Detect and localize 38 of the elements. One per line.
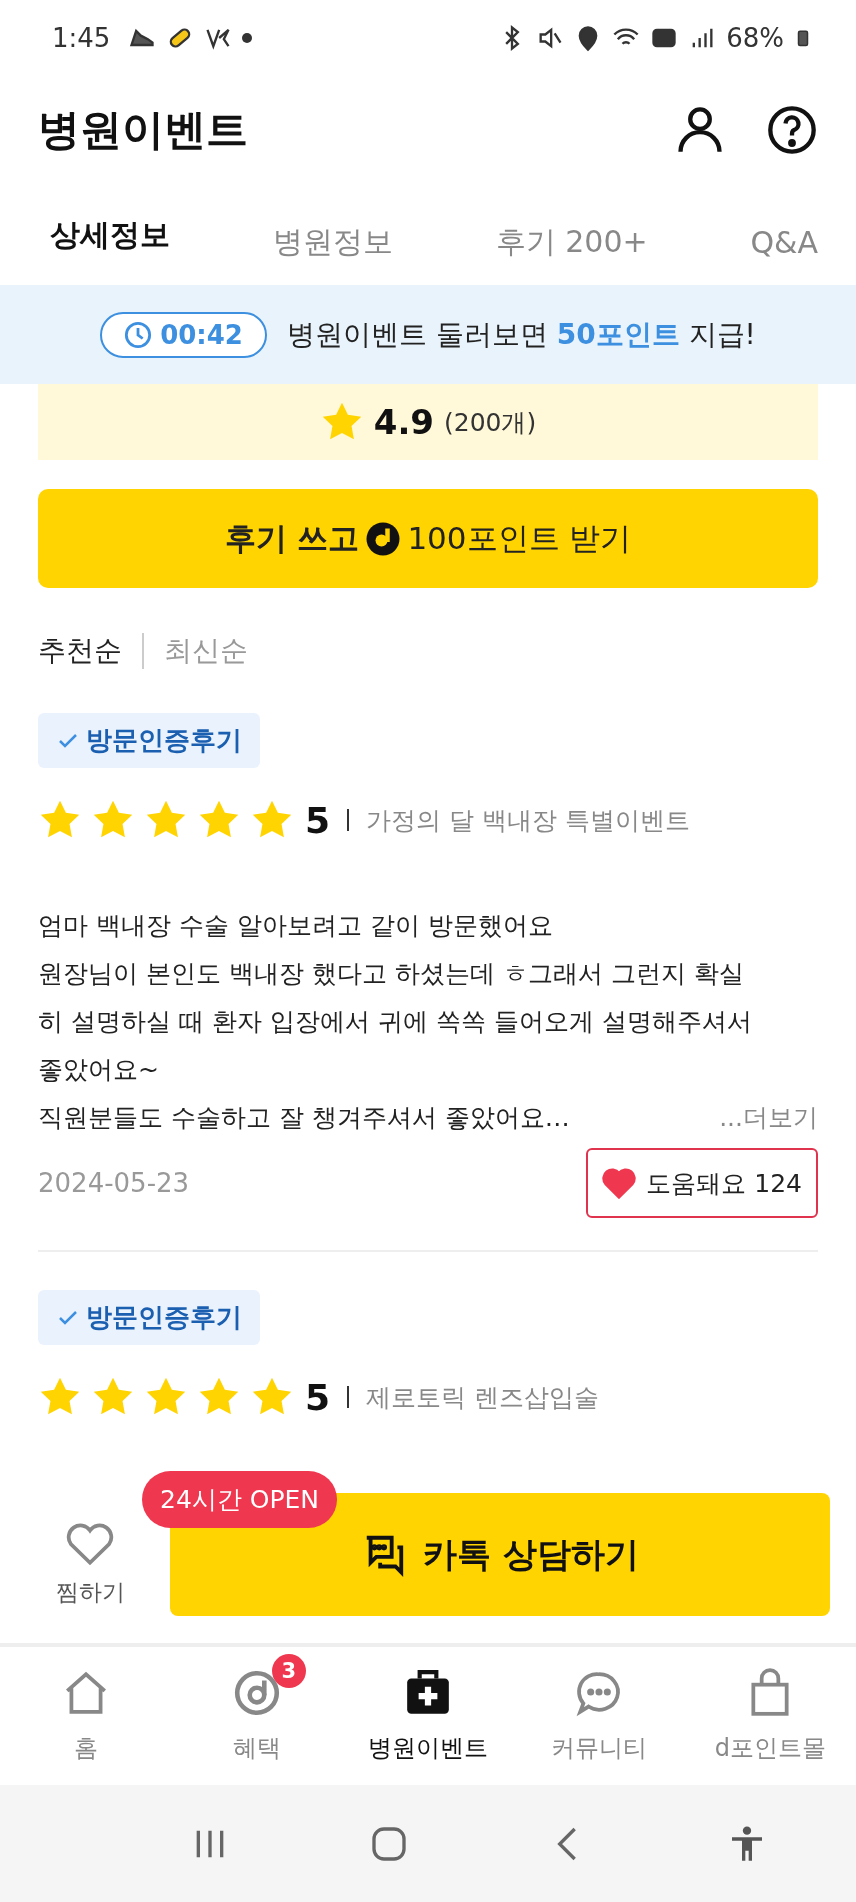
heart-icon [602,1167,637,1199]
event-name: 제로토릭 렌즈삽입술 [366,1381,599,1414]
timer-value: 00:42 [160,319,243,350]
tab[interactable]: 후기 200+ [495,221,648,263]
helpful-button[interactable]: 도움돼요 124 [586,1148,818,1218]
heart-icon [65,1521,115,1567]
wishlist-button[interactable]: 찜하기 [40,1521,140,1616]
banner-message: 병원이벤트 둘러보면 50포인트 지급! [286,316,756,353]
rating-value: 5 [305,1376,331,1418]
tab[interactable]: 상세정보 [50,214,170,256]
review-count: (200개) [444,406,537,439]
sort-option[interactable]: 최신순 [164,631,248,670]
open-badge: 24시간 OPEN [142,1471,337,1528]
badge-label: 방문인증후기 [86,724,242,757]
coin-logo-icon [365,520,402,557]
nav-item[interactable]: 병원이벤트 [342,1647,514,1785]
battery-percent: 68% [726,22,784,53]
sort-option[interactable]: 추천순 [38,631,122,670]
status-time: 1:45 [52,22,111,53]
review-text: 엄마 백내장 수술 알아보려고 같이 방문했어요 원장님이 본인도 백내장 했다고 하셨는데 ㅎ그래서 그런지 확실 히 설명하실 때 환자 입장에서 귀에 쏙쏙 들어오게 설명해주셔서 좋았어요~ 직원분들도 수술하고 잘 챙겨주셔서 좋았어요… ...더보기 [38,902,818,1142]
nav-item[interactable]: 홈 [0,1647,172,1785]
review-date: 2024-05-23 [38,1168,190,1198]
nav-item[interactable]: d포인트몰 [684,1647,856,1785]
clock-icon [124,320,153,349]
nav-item[interactable]: 커뮤니티 [513,1647,685,1785]
tab[interactable]: 병원정보 [272,221,393,263]
more-link[interactable]: ...더보기 [719,1094,818,1142]
average-score: 4.9 [373,402,434,442]
notification-badge: 3 [271,1654,306,1688]
help-icon[interactable] [766,104,818,156]
rating-value: 5 [305,799,331,841]
notification-dot-icon [242,32,253,43]
page-title: 병원이벤트 [38,104,249,156]
write-review-button[interactable]: 후기 쓰고 100포인트 받기 [38,489,818,588]
tab[interactable]: Q&A [750,224,818,260]
nav-item[interactable]: 3 혜택 [171,1647,343,1785]
event-name: 가정의 달 백내장 특별이벤트 [366,804,690,837]
badge-label: 방문인증후기 [86,1301,242,1334]
